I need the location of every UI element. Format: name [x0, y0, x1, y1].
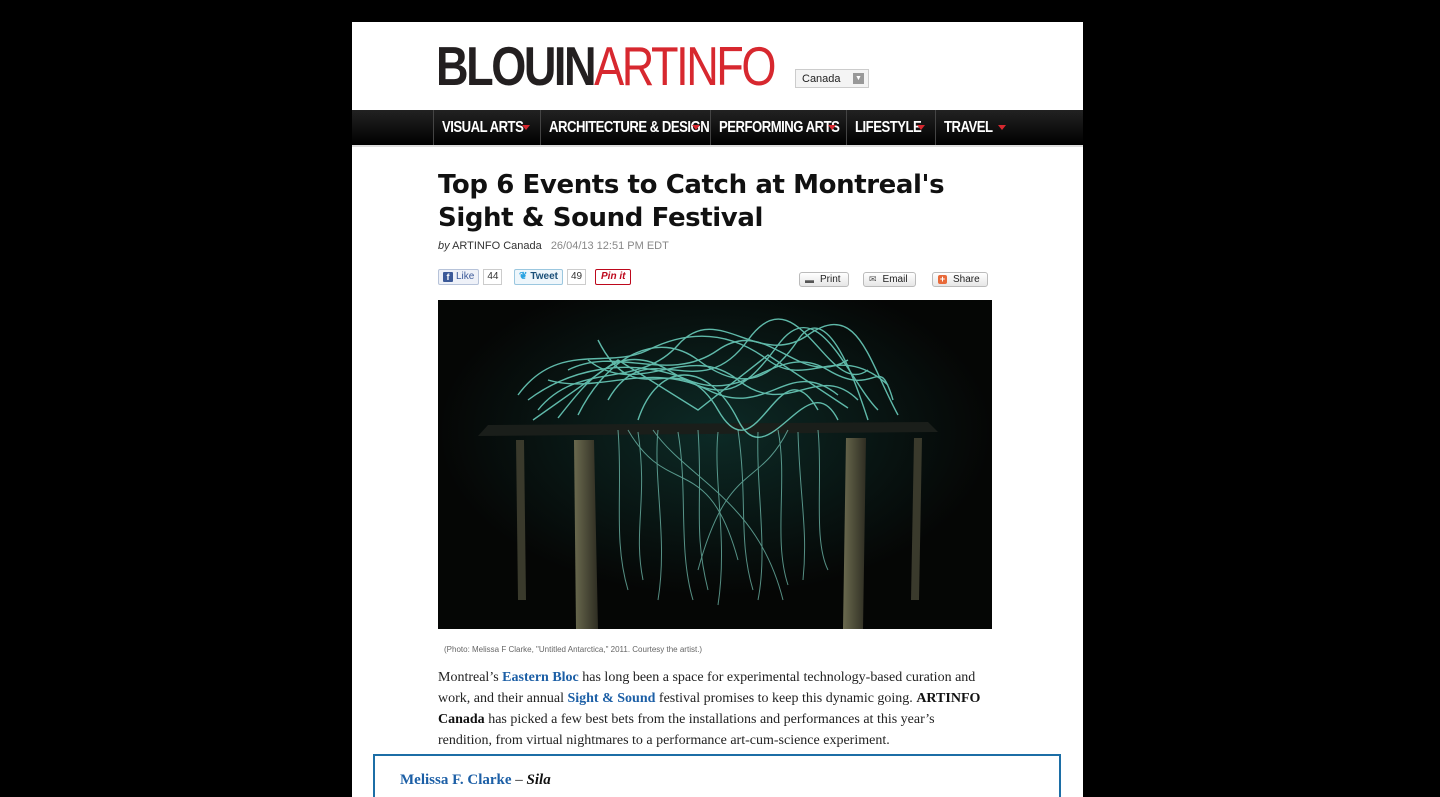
facebook-like-button[interactable]: f Like — [438, 268, 480, 285]
tweet-label: Tweet — [530, 271, 558, 282]
nav-item-lifestyle[interactable]: LIFESTYLE — [855, 110, 935, 145]
nav-item-label: TRAVEL — [944, 118, 993, 136]
nav-item-visual-arts[interactable]: VISUAL ARTS — [442, 110, 540, 145]
main-nav: VISUAL ARTS ARCHITECTURE & DESIGN PERFOR… — [352, 110, 1083, 147]
tweet-button[interactable]: ❦ Tweet — [514, 268, 563, 285]
logo-artinfo: ARTINFO — [594, 35, 776, 97]
like-count: 44 — [483, 268, 503, 285]
sight-and-sound-link[interactable]: Sight & Sound — [567, 691, 655, 706]
event-item-heading: Melissa F. Clarke – Sila — [400, 772, 551, 789]
nav-divider — [935, 110, 936, 145]
printer-icon: ▬ — [805, 274, 814, 285]
caret-down-icon — [998, 125, 1006, 130]
share-label: Share — [953, 274, 980, 285]
caret-down-icon — [917, 125, 925, 130]
like-label: Like — [456, 271, 475, 282]
intro-text-4: has picked a few best bets from the inst… — [438, 712, 935, 748]
nav-divider — [710, 110, 711, 145]
nav-item-architecture-design[interactable]: ARCHITECTURE & DESIGN — [549, 110, 710, 145]
article-intro-paragraph: Montreal’s Eastern Bloc has long been a … — [438, 667, 990, 751]
envelope-icon: ✉ — [869, 274, 877, 284]
intro-text-3: festival promises to keep this dynamic g… — [655, 691, 917, 706]
region-label: Canada — [802, 72, 841, 85]
caret-down-icon — [522, 125, 530, 130]
event-dash: – — [511, 772, 527, 788]
byline-prefix: by — [438, 240, 450, 252]
intro-text-1: Montreal’s — [438, 670, 503, 685]
article-title: Top 6 Events to Catch at Montreal's Sigh… — [438, 170, 945, 233]
nav-divider — [433, 110, 434, 145]
region-select[interactable]: Canada ▼ — [795, 69, 869, 88]
facebook-icon: f — [443, 271, 453, 282]
byline-author[interactable]: ARTINFO Canada — [452, 240, 542, 252]
nav-divider — [540, 110, 541, 145]
tweet-count: 49 — [567, 268, 587, 285]
byline-date: 26/04/13 12:51 PM EDT — [550, 240, 669, 252]
page: BLOUINARTINFO Canada ▼ VISUAL ARTS ARCHI… — [352, 22, 1083, 797]
nav-item-travel[interactable]: TRAVEL — [944, 110, 1016, 145]
photo-caption: (Photo: Melissa F Clarke, "Untitled Anta… — [444, 645, 703, 654]
print-label: Print — [820, 274, 841, 285]
dropdown-arrow-icon: ▼ — [853, 73, 864, 84]
eastern-bloc-link[interactable]: Eastern Bloc — [502, 670, 579, 685]
logo-blouin: BLOUIN — [436, 35, 597, 97]
pin-it-button[interactable]: Pin it — [595, 268, 632, 285]
email-button[interactable]: ✉ Email — [863, 272, 916, 287]
share-plus-icon: + — [938, 274, 947, 284]
twitter-bird-icon: ❦ — [519, 271, 528, 282]
article-photo — [438, 300, 992, 629]
nav-item-label: VISUAL ARTS — [442, 118, 524, 136]
event-item-box: Melissa F. Clarke – Sila — [373, 754, 1061, 797]
site-logo[interactable]: BLOUINARTINFO — [436, 35, 776, 97]
installation-artwork-image — [438, 300, 992, 629]
nav-divider — [846, 110, 847, 145]
nav-item-label: PERFORMING ARTS — [719, 118, 840, 136]
caret-down-icon — [828, 125, 836, 130]
tweet-widget: ❦ Tweet 49 — [514, 268, 587, 285]
caret-down-icon — [692, 125, 700, 130]
facebook-like-widget: f Like 44 — [438, 268, 503, 285]
event-artist-name[interactable]: Melissa F. Clarke — [400, 772, 512, 788]
print-button[interactable]: ▬ Print — [799, 272, 849, 287]
nav-item-label: ARCHITECTURE & DESIGN — [549, 118, 710, 136]
nav-item-label: LIFESTYLE — [855, 118, 922, 136]
email-label: Email — [882, 274, 908, 285]
event-work-title: Sila — [526, 772, 551, 788]
nav-item-performing-arts[interactable]: PERFORMING ARTS — [719, 110, 846, 145]
byline: by ARTINFO Canada 26/04/13 12:51 PM EDT — [438, 240, 669, 252]
pinterest-widget: Pin it — [595, 268, 632, 285]
share-button[interactable]: + Share — [932, 272, 988, 287]
